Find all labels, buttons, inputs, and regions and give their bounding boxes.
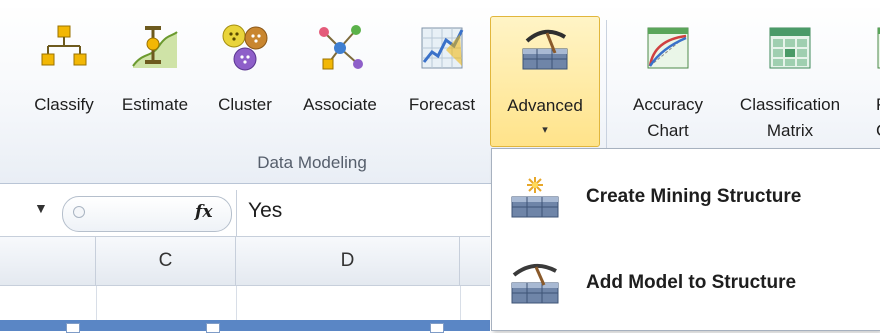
selected-header-row[interactable]: [0, 320, 490, 333]
formula-bar-controls: fx: [62, 196, 232, 232]
advanced-dropdown-menu: Create Mining Structure Add Model to Str…: [491, 148, 880, 331]
cluster-label: Cluster: [218, 95, 272, 114]
namebox-dropdown-icon[interactable]: ▼: [34, 200, 48, 216]
menu-item-label: Add Model to Structure: [586, 272, 797, 293]
filter-button[interactable]: [206, 323, 220, 333]
grid-row[interactable]: [0, 286, 490, 320]
profit-chart-label-line1: P: [876, 92, 880, 118]
classification-matrix-icon: [769, 27, 811, 69]
advanced-icon: [522, 29, 568, 70]
group-label-data-modeling: Data Modeling: [257, 153, 367, 172]
column-header-row: C D: [0, 237, 490, 286]
classification-matrix-button[interactable]: Classification Matrix: [720, 14, 860, 150]
classification-matrix-label-line1: Classification: [739, 95, 841, 114]
cluster-icon: [222, 24, 268, 71]
classify-icon: [41, 25, 87, 66]
grid-divider: [236, 286, 237, 320]
associate-label: Associate: [303, 95, 377, 114]
ribbon-top-edge: [0, 0, 880, 8]
estimate-icon: [132, 26, 178, 68]
profit-chart-label-line2: C: [876, 118, 880, 144]
formula-bar: ▼ fx Yes: [0, 190, 490, 237]
classify-button[interactable]: Classify: [22, 14, 106, 150]
classification-matrix-label-line2: Matrix: [766, 121, 814, 140]
cluster-button[interactable]: Cluster: [205, 14, 285, 150]
forecast-icon: [421, 27, 464, 69]
estimate-button[interactable]: Estimate: [108, 14, 202, 150]
profit-chart-icon: [877, 27, 880, 69]
filter-button[interactable]: [66, 323, 80, 333]
advanced-label: Advanced: [507, 96, 583, 115]
associate-button[interactable]: Associate: [288, 14, 392, 150]
accuracy-chart-icon: [647, 27, 689, 69]
column-header-d[interactable]: D: [236, 237, 460, 285]
estimate-label: Estimate: [121, 95, 189, 114]
accuracy-chart-label-line1: Accuracy: [633, 95, 703, 114]
grid-divider: [460, 286, 461, 320]
create-mining-structure-icon: [511, 177, 559, 218]
expand-handle-icon[interactable]: [73, 206, 85, 218]
classify-label: Classify: [34, 95, 94, 114]
grid-divider: [96, 286, 97, 320]
forecast-label: Forecast: [408, 95, 476, 114]
insert-function-button[interactable]: fx: [195, 202, 212, 222]
formula-bar-divider: [236, 190, 237, 236]
advanced-button[interactable]: Advanced ▾: [490, 16, 600, 147]
menu-item-label: Create Mining Structure: [586, 186, 802, 207]
associate-icon: [319, 25, 363, 70]
column-header-e[interactable]: [460, 237, 490, 285]
accuracy-chart-button[interactable]: Accuracy Chart: [618, 14, 718, 150]
accuracy-chart-label-line2: Chart: [647, 121, 689, 140]
column-header-b[interactable]: [0, 237, 96, 285]
profit-chart-button[interactable]: P C: [862, 14, 880, 150]
forecast-button[interactable]: Forecast: [396, 14, 488, 150]
filter-button[interactable]: [430, 323, 444, 333]
formula-input[interactable]: Yes: [248, 199, 282, 223]
chevron-down-icon: ▾: [542, 124, 548, 136]
menu-item-add-model-to-structure[interactable]: Add Model to Structure: [492, 249, 880, 319]
column-header-c[interactable]: C: [96, 237, 236, 285]
add-model-to-structure-icon: [511, 263, 559, 304]
menu-item-create-mining-structure[interactable]: Create Mining Structure: [492, 163, 880, 233]
